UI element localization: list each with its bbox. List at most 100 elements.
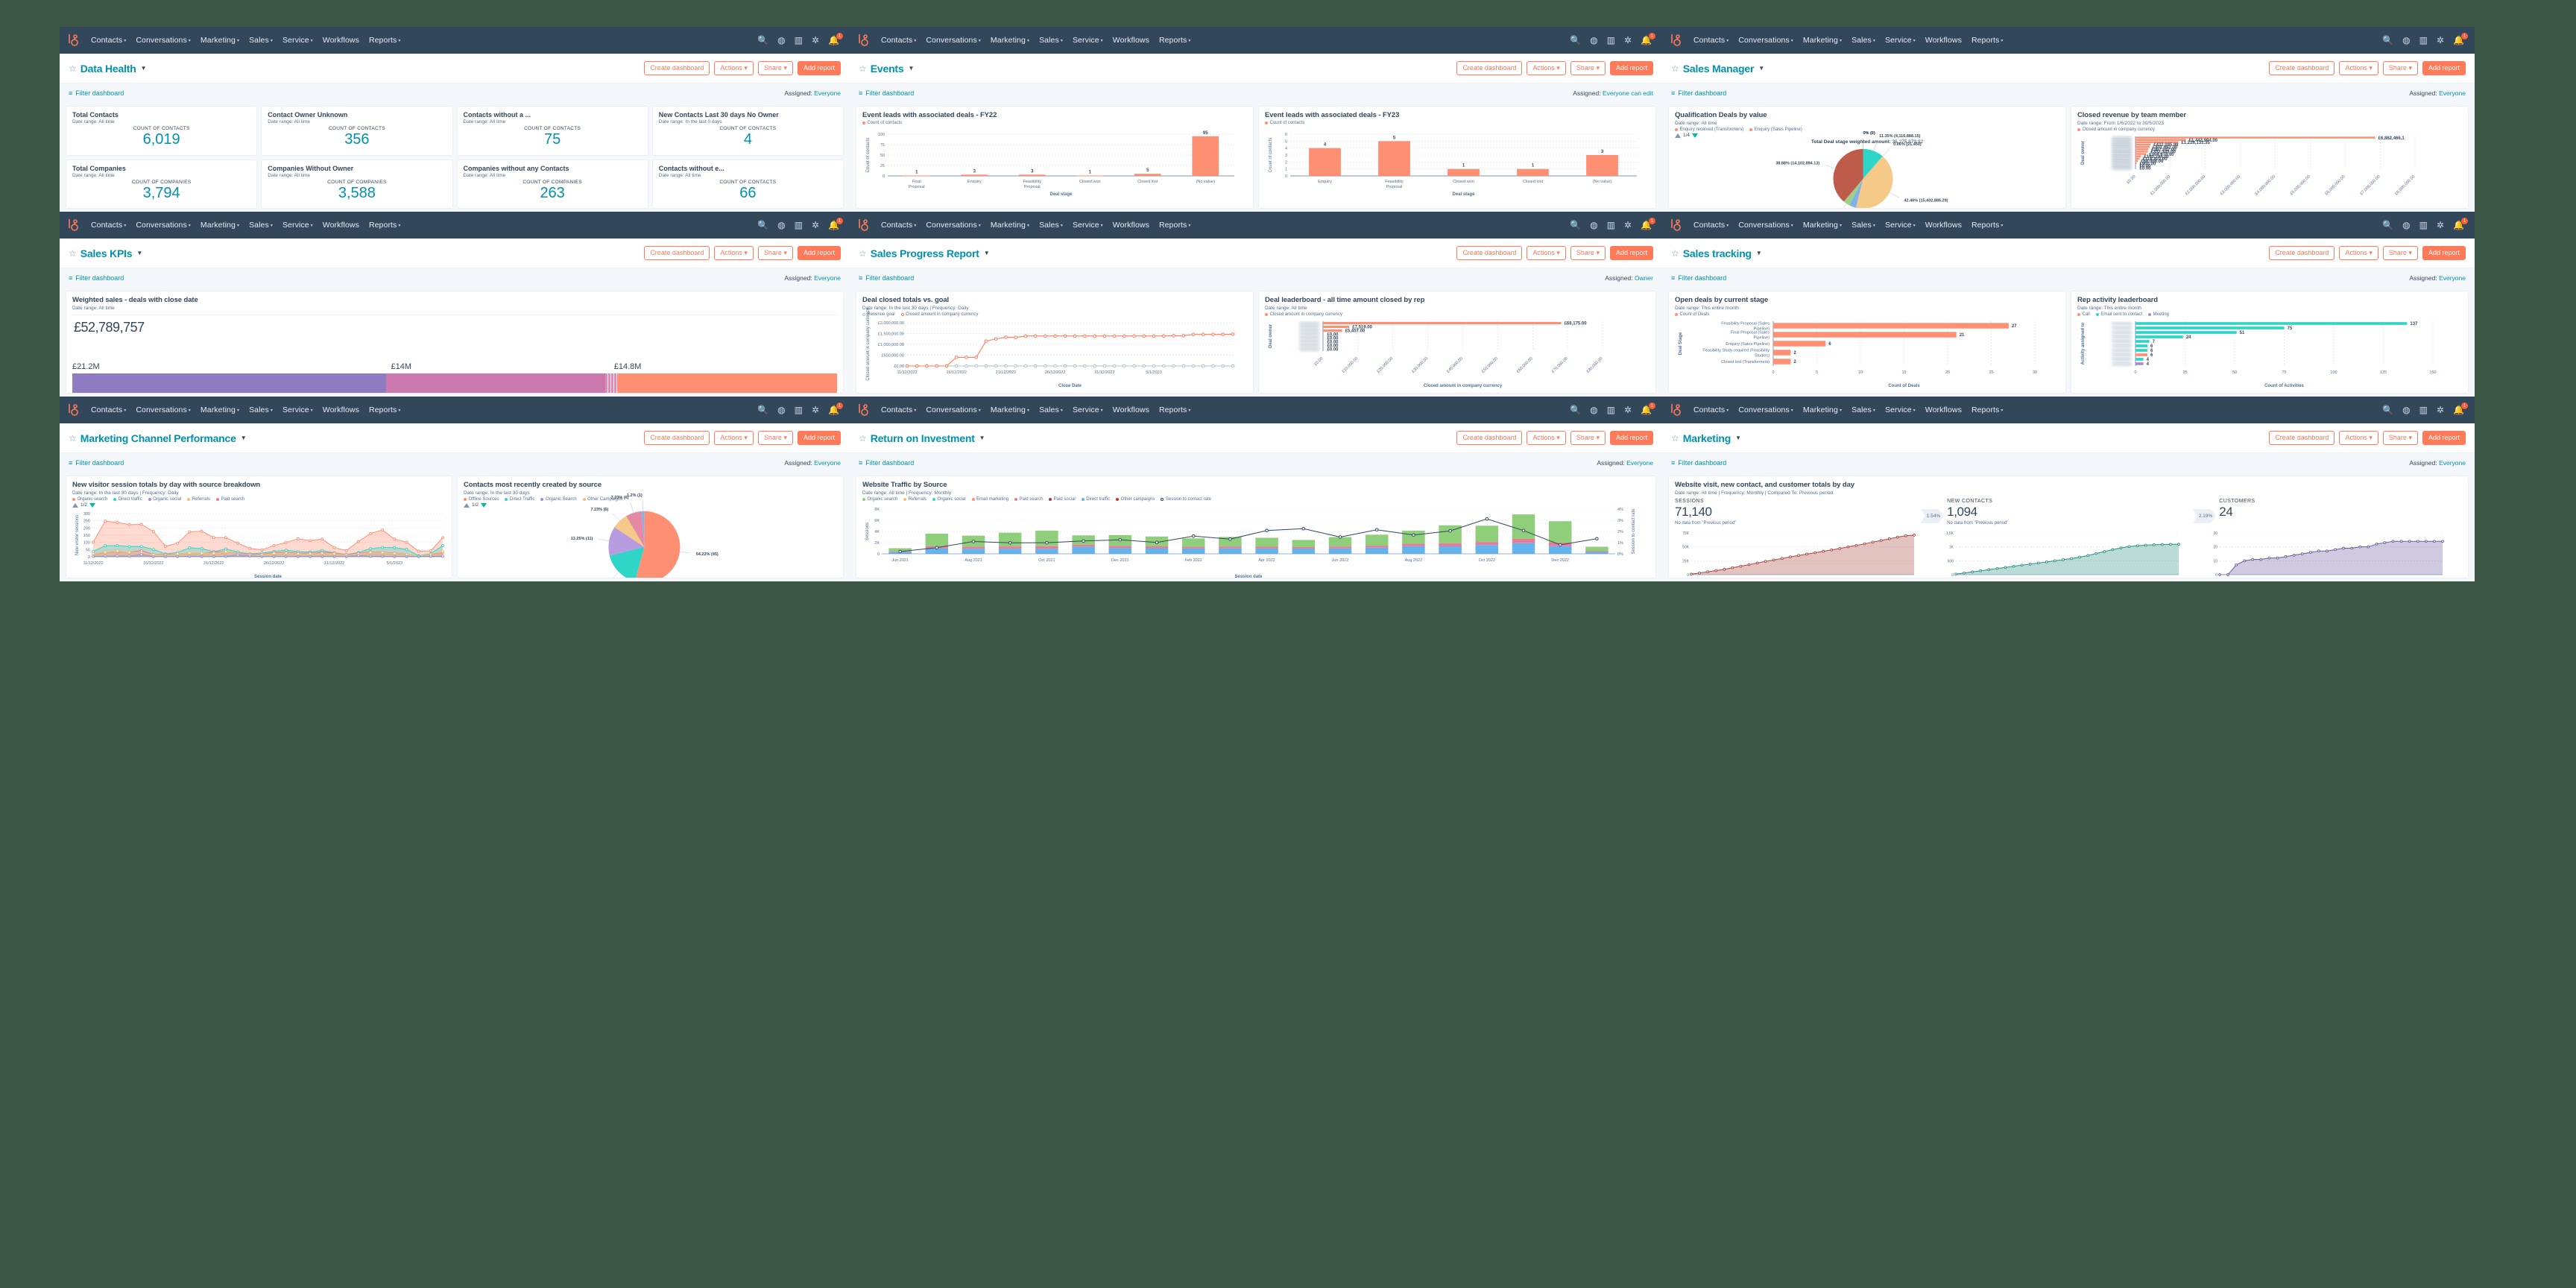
favorite-star-icon[interactable]: ☆ (69, 248, 77, 259)
report-card[interactable]: Weighted sales - deals with close date Da… (66, 291, 844, 394)
store-icon[interactable]: ▥ (795, 405, 803, 414)
kpi-card[interactable]: Contacts without a ... Date range: All ti… (456, 106, 648, 156)
report-card[interactable]: Qualification Deals by value Date range: … (1668, 106, 2066, 209)
store-icon[interactable]: ▥ (795, 36, 803, 45)
favorite-star-icon[interactable]: ☆ (1671, 248, 1679, 259)
notifications-icon[interactable]: 🔔 1 (1641, 218, 1655, 230)
nav-item-service[interactable]: Service ▾ (1885, 221, 1916, 230)
assigned-value[interactable]: Everyone (2439, 274, 2466, 282)
legend-item[interactable]: Paid search (215, 497, 244, 502)
nav-item-sales[interactable]: Sales ▾ (249, 405, 273, 414)
nav-item-workflows[interactable]: Workflows (1925, 405, 1962, 414)
nav-item-marketing[interactable]: Marketing ▾ (991, 36, 1029, 45)
nav-item-conversations[interactable]: Conversations ▾ (926, 405, 981, 414)
share-button[interactable]: Share ▾ (2382, 245, 2418, 261)
share-button[interactable]: Share ▾ (1570, 60, 1606, 76)
search-icon[interactable]: 🔍 (757, 221, 768, 230)
nav-item-sales[interactable]: Sales ▾ (249, 221, 273, 230)
funnel-segment[interactable] (72, 373, 386, 393)
assigned-value[interactable]: Everyone (814, 459, 841, 467)
dashboard-selector-chevron-icon[interactable]: ▼ (141, 65, 147, 72)
funnel-segment[interactable] (385, 373, 606, 393)
marketplace-icon[interactable]: ◍ (777, 405, 785, 414)
filter-dashboard-link[interactable]: ≡ Filter dashboard (1671, 89, 1726, 97)
favorite-star-icon[interactable]: ☆ (1671, 433, 1679, 443)
nav-item-workflows[interactable]: Workflows (1113, 221, 1149, 230)
pager-up-icon[interactable] (72, 502, 78, 508)
store-icon[interactable]: ▥ (1607, 221, 1615, 230)
kpi-card[interactable]: Companies Without Owner Date range: All t… (261, 159, 453, 209)
store-icon[interactable]: ▥ (795, 221, 803, 230)
nav-item-sales[interactable]: Sales ▾ (1039, 221, 1063, 230)
nav-item-contacts[interactable]: Contacts ▾ (1693, 36, 1729, 45)
hubspot-logo-icon[interactable] (60, 212, 85, 239)
search-icon[interactable]: 🔍 (2382, 221, 2393, 230)
notifications-icon[interactable]: 🔔 1 (2453, 218, 2468, 230)
nav-item-marketing[interactable]: Marketing ▾ (201, 405, 239, 414)
report-card[interactable]: Website Traffic by Source Date range: All… (856, 476, 1656, 578)
nav-item-conversations[interactable]: Conversations ▾ (926, 36, 981, 45)
create-dashboard-button[interactable]: Create dashboard (644, 245, 710, 261)
create-dashboard-button[interactable]: Create dashboard (2269, 430, 2335, 446)
legend-item[interactable]: Offline Sources (464, 497, 499, 502)
notifications-icon[interactable]: 🔔 1 (2453, 402, 2468, 414)
legend-item[interactable]: Organic Search (540, 497, 577, 502)
share-button[interactable]: Share ▾ (757, 430, 793, 446)
hubspot-logo-icon[interactable] (850, 212, 875, 239)
nav-item-workflows[interactable]: Workflows (323, 405, 359, 414)
store-icon[interactable]: ▥ (2419, 221, 2428, 230)
share-button[interactable]: Share ▾ (2382, 60, 2418, 76)
nav-item-service[interactable]: Service ▾ (282, 36, 313, 45)
search-icon[interactable]: 🔍 (757, 405, 768, 414)
favorite-star-icon[interactable]: ☆ (69, 433, 77, 443)
dashboard-selector-chevron-icon[interactable]: ▼ (1758, 65, 1764, 72)
legend-item[interactable]: Enquiry (Sales Pipeline) (1749, 127, 1802, 132)
add-report-button[interactable]: Add report (1609, 430, 1653, 446)
notifications-icon[interactable]: 🔔 1 (1641, 402, 1655, 414)
favorite-star-icon[interactable]: ☆ (69, 63, 77, 74)
nav-item-contacts[interactable]: Contacts ▾ (1693, 221, 1729, 230)
add-report-button[interactable]: Add report (2422, 245, 2466, 261)
pager-down-icon[interactable] (89, 502, 96, 508)
store-icon[interactable]: ▥ (2419, 36, 2428, 45)
add-report-button[interactable]: Add report (2422, 60, 2466, 76)
marketplace-icon[interactable]: ◍ (1590, 36, 1597, 45)
settings-icon[interactable]: ✲ (2437, 405, 2444, 414)
nav-item-marketing[interactable]: Marketing ▾ (1803, 36, 1842, 45)
nav-item-workflows[interactable]: Workflows (323, 36, 359, 45)
nav-item-reports[interactable]: Reports ▾ (369, 405, 401, 414)
notifications-icon[interactable]: 🔔 1 (1641, 33, 1655, 45)
nav-item-contacts[interactable]: Contacts ▾ (91, 221, 126, 230)
search-icon[interactable]: 🔍 (1570, 405, 1581, 414)
nav-item-workflows[interactable]: Workflows (323, 221, 359, 230)
marketplace-icon[interactable]: ◍ (2402, 405, 2410, 414)
share-button[interactable]: Share ▾ (1570, 245, 1606, 261)
nav-item-sales[interactable]: Sales ▾ (1039, 405, 1063, 414)
hubspot-logo-icon[interactable] (60, 27, 85, 54)
report-card[interactable]: New visitor session totals by day with s… (66, 476, 452, 578)
actions-button[interactable]: Actions ▾ (2339, 245, 2378, 261)
legend-item[interactable]: Direct Traffic (505, 497, 534, 502)
create-dashboard-button[interactable]: Create dashboard (644, 60, 710, 76)
legend-pager[interactable]: 1/2 (464, 502, 837, 508)
nav-item-reports[interactable]: Reports ▾ (1159, 221, 1191, 230)
dashboard-selector-chevron-icon[interactable]: ▼ (136, 250, 142, 256)
add-report-button[interactable]: Add report (2422, 430, 2466, 446)
favorite-star-icon[interactable]: ☆ (859, 433, 867, 443)
settings-icon[interactable]: ✲ (1624, 405, 1632, 414)
nav-item-marketing[interactable]: Marketing ▾ (1803, 221, 1842, 230)
nav-item-reports[interactable]: Reports ▾ (1159, 405, 1191, 414)
hubspot-logo-icon[interactable] (850, 397, 875, 423)
store-icon[interactable]: ▥ (1607, 36, 1615, 45)
nav-item-service[interactable]: Service ▾ (1073, 36, 1103, 45)
filter-dashboard-link[interactable]: ≡ Filter dashboard (1671, 459, 1726, 467)
dashboard-selector-chevron-icon[interactable]: ▼ (979, 435, 985, 441)
nav-item-sales[interactable]: Sales ▾ (249, 36, 273, 45)
notifications-icon[interactable]: 🔔 1 (828, 33, 843, 45)
settings-icon[interactable]: ✲ (1624, 36, 1632, 45)
hubspot-logo-icon[interactable] (1662, 212, 1688, 239)
nav-item-reports[interactable]: Reports ▾ (1972, 221, 2004, 230)
nav-item-service[interactable]: Service ▾ (1885, 36, 1916, 45)
filter-dashboard-link[interactable]: ≡ Filter dashboard (1671, 274, 1726, 282)
marketplace-icon[interactable]: ◍ (1590, 405, 1597, 414)
